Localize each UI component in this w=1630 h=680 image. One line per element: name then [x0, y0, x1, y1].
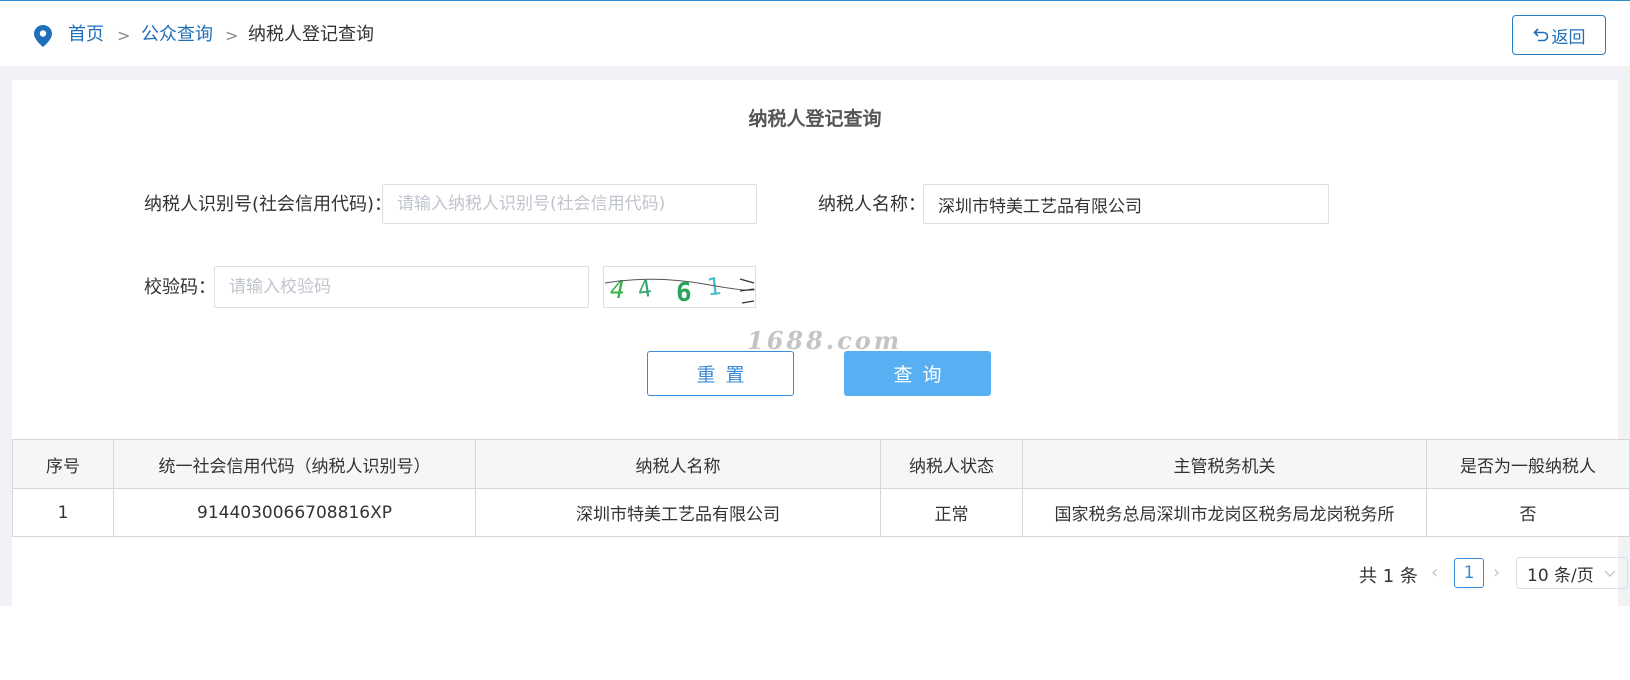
- cell-status: 正常: [880, 488, 1023, 537]
- query-button[interactable]: 查询: [844, 351, 991, 396]
- table-row: 1 9144030066708816XP 深圳市特美工艺品有限公司 正常 国家税…: [12, 488, 1630, 537]
- prev-page-icon[interactable]: ‹: [1431, 562, 1438, 583]
- breadcrumb-current: 纳税人登记查询: [248, 24, 374, 45]
- page-background: [0, 66, 1630, 80]
- pagination-total: 共 1 条: [1359, 566, 1418, 587]
- taxpayer-name-input[interactable]: [923, 184, 1329, 224]
- location-pin-icon: [34, 25, 52, 47]
- table-header-row: 序号 统一社会信用代码（纳税人识别号） 纳税人名称 纳税人状态 主管税务机关 是…: [12, 439, 1630, 489]
- cell-general-taxpayer: 否: [1426, 488, 1630, 537]
- cell-tax-authority: 国家税务总局深圳市龙岗区税务局龙岗税务所: [1022, 488, 1427, 537]
- captcha-label: 校验码：: [144, 277, 216, 298]
- page-number-button[interactable]: 1: [1454, 558, 1484, 588]
- header-bar: 首页 > 公众查询 > 纳税人登记查询 返回: [0, 1, 1630, 66]
- breadcrumb-public-query[interactable]: 公众查询: [141, 23, 213, 47]
- page-title: 纳税人登记查询: [748, 108, 882, 130]
- taxpayer-name-label: 纳税人名称：: [818, 194, 926, 215]
- captcha-noise-line: [741, 300, 755, 304]
- captcha-char: 4: [636, 276, 653, 304]
- column-header-tax-authority: 主管税务机关: [1022, 439, 1427, 489]
- page-size-select[interactable]: 10 条/页: [1516, 557, 1628, 589]
- cell-index: 1: [12, 488, 114, 537]
- column-header-status: 纳税人状态: [880, 439, 1023, 489]
- cell-taxpayer-name: 深圳市特美工艺品有限公司: [475, 488, 881, 537]
- captcha-noise-line: [739, 278, 755, 284]
- back-button[interactable]: 返回: [1512, 15, 1606, 55]
- taxpayer-id-label: 纳税人识别号(社会信用代码)：: [144, 194, 393, 215]
- captcha-image[interactable]: 4 4 6 1: [603, 266, 756, 308]
- breadcrumb-separator: >: [225, 26, 239, 45]
- next-page-icon[interactable]: ›: [1493, 562, 1500, 583]
- back-button-label: 返回: [1551, 27, 1586, 48]
- captcha-input[interactable]: [214, 266, 589, 308]
- breadcrumb-home[interactable]: 首页: [68, 23, 104, 47]
- column-header-taxpayer-name: 纳税人名称: [475, 439, 881, 489]
- captcha-char: 6: [676, 278, 692, 308]
- chevron-down-icon: [1604, 570, 1616, 577]
- breadcrumb-separator: >: [117, 26, 131, 45]
- column-header-general-taxpayer: 是否为一般纳税人: [1426, 439, 1630, 489]
- page-background-left: [0, 66, 12, 606]
- captcha-graphic: 4 4 6 1: [604, 272, 755, 308]
- reset-button[interactable]: 重置: [647, 351, 794, 396]
- column-header-index: 序号: [12, 439, 114, 489]
- results-table: 序号 统一社会信用代码（纳税人识别号） 纳税人名称 纳税人状态 主管税务机关 是…: [12, 439, 1630, 537]
- return-arrow-icon: [1532, 28, 1548, 42]
- cell-credit-code: 9144030066708816XP: [113, 488, 476, 537]
- taxpayer-id-input[interactable]: [382, 184, 757, 224]
- column-header-credit-code: 统一社会信用代码（纳税人识别号）: [113, 439, 476, 489]
- page-size-value: 10 条/页: [1527, 565, 1594, 586]
- captcha-char: 4: [610, 275, 625, 304]
